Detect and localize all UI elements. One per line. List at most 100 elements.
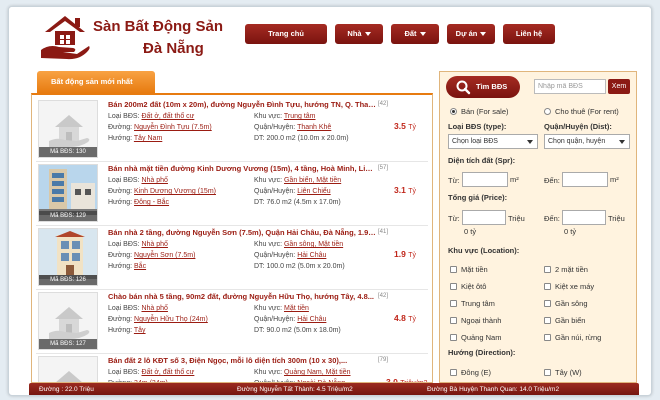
for-rent-radio[interactable] <box>544 108 551 115</box>
listing-district-row: Quận/Huyện: Thanh Khê <box>254 124 331 131</box>
nav-label: Liên hệ <box>515 29 543 38</box>
location-option[interactable]: Trung tâm <box>461 299 495 308</box>
ticker-item[interactable]: Đường : 22.0 Triệu <box>39 383 94 395</box>
nav-1[interactable]: Nhà <box>335 24 383 44</box>
location-option[interactable]: Ngoại thành <box>461 316 501 325</box>
listing-thumbnail[interactable]: Mã BĐS: 126 <box>38 228 98 286</box>
listing-thumbnail[interactable]: Mã BĐS: 127 <box>38 292 98 350</box>
listing-price: 3.1 Tỷ <box>394 185 416 195</box>
listing-thumbnail[interactable] <box>38 356 98 382</box>
location-option[interactable]: 2 mặt tiền <box>555 265 588 274</box>
listing-price: 3.5 Tỷ <box>394 121 416 131</box>
nav-4[interactable]: Liên hệ <box>503 24 555 44</box>
direction-option[interactable]: Đông (E) <box>461 368 491 377</box>
type-select[interactable]: Chọn loại BĐS <box>448 134 538 149</box>
listing-road[interactable]: Nguyễn Sơn (7.5m) <box>134 252 195 259</box>
listing-title[interactable]: Bán nhà mặt tiền đường Kinh Dương Vương … <box>108 164 376 173</box>
field-label: Loại BĐS: <box>108 305 140 312</box>
listing-area-row: Khu vực: Gần biển, Mặt tiền <box>254 177 341 184</box>
listing-district[interactable]: Hải Châu <box>297 316 326 323</box>
location-checkbox[interactable] <box>544 317 551 324</box>
listing-road[interactable]: Nguyễn Đình Tựu (7.5m) <box>134 124 212 131</box>
listing-district[interactable]: Thanh Khê <box>297 124 331 131</box>
for-sale-radio[interactable] <box>450 108 457 115</box>
listing-item[interactable]: Mã BĐS: 129 Bán nhà mặt tiền đường Kinh D… <box>36 163 428 225</box>
view-count: [41] <box>378 229 389 235</box>
direction-checkbox[interactable] <box>450 369 457 376</box>
listing-type[interactable]: Đất ở, đất thổ cư <box>141 369 194 376</box>
area-to-input[interactable] <box>562 172 608 187</box>
location-option[interactable]: Quảng Nam <box>461 333 501 342</box>
listing-title[interactable]: Chào bán nhà 5 tầng, 90m2 đất, đường Ngu… <box>108 292 376 301</box>
listing-item[interactable]: Mã BĐS: 127 Chào bán nhà 5 tầng, 90m2 đất… <box>36 291 428 353</box>
nav-0[interactable]: Trang chủ <box>245 24 327 44</box>
location-checkbox[interactable] <box>450 334 457 341</box>
latest-properties-tab[interactable]: Bất động sản mới nhất <box>37 71 155 93</box>
listing-type[interactable]: Đất ở, đất thổ cư <box>141 113 194 120</box>
listing-item[interactable]: Bán đất 2 lô KĐT số 3, Điện Ngọc, mỗi lô… <box>36 355 428 382</box>
listing-area[interactable]: Gần sông, Mặt tiền <box>284 241 343 248</box>
ticker-item[interactable]: Đường Nguyễn Tất Thành: 4.5 Triệu/m2 <box>237 383 353 395</box>
listing-road[interactable]: Kinh Dương Vương (15m) <box>134 188 216 195</box>
location-checkbox[interactable] <box>450 283 457 290</box>
listing-type-row: Loại BĐS: Nhà phố <box>108 177 168 184</box>
listing-area[interactable]: Mặt tiền <box>284 305 309 312</box>
listing-type[interactable]: Nhà phố <box>141 177 167 184</box>
location-checkbox[interactable] <box>450 317 457 324</box>
listing-title[interactable]: Bán nhà 2 tầng, đường Nguyễn Sơn (7.5m),… <box>108 228 376 237</box>
property-code: Mã BĐS: 130 <box>39 147 97 157</box>
price-to-input[interactable] <box>562 210 606 225</box>
listing-direction[interactable]: Bắc <box>134 263 146 270</box>
nav-2[interactable]: Đất <box>391 24 439 44</box>
location-checkbox[interactable] <box>544 300 551 307</box>
listing-road-row: Đường: Kinh Dương Vương (15m) <box>108 188 216 195</box>
location-checkbox[interactable] <box>450 266 457 273</box>
listing-district[interactable]: Hải Châu <box>297 252 326 259</box>
search-tab[interactable]: Tìm BĐS <box>446 76 520 98</box>
listing-district-row: Quận/Huyện: Hải Châu <box>254 252 326 259</box>
direction-checkbox[interactable] <box>544 369 551 376</box>
listing-area[interactable]: Trung tâm <box>284 113 316 120</box>
area-from-input[interactable] <box>462 172 508 187</box>
location-option[interactable]: Gần núi, rừng <box>555 333 601 342</box>
listing-area[interactable]: Quảng Nam, Mặt tiền <box>284 369 351 376</box>
location-option[interactable]: Kiệt ôtô <box>461 282 486 291</box>
location-checkbox[interactable] <box>544 266 551 273</box>
field-label: Loại BĐS: <box>108 113 140 120</box>
ticker-item[interactable]: Đường Bà Huyện Thanh Quan: 14.0 Triệu/m2 <box>427 383 559 395</box>
location-checkbox[interactable] <box>544 334 551 341</box>
site-logo[interactable]: Sàn Bất Động Sản Đà Nẵng <box>39 10 239 64</box>
property-code-input[interactable] <box>534 79 606 94</box>
location-checkbox[interactable] <box>544 283 551 290</box>
listing-direction[interactable]: Tây Nam <box>134 135 162 142</box>
listing-divider <box>36 289 428 290</box>
nav-3[interactable]: Dự án <box>447 24 495 44</box>
view-code-button[interactable]: Xem <box>608 79 630 94</box>
view-count: [57] <box>378 165 389 171</box>
nav-label: Nhà <box>347 29 362 38</box>
view-count: [79] <box>378 357 389 363</box>
listing-title[interactable]: Bán 200m2 đất (10m x 20m), đường Nguyễn … <box>108 100 376 109</box>
location-checkbox[interactable] <box>450 300 457 307</box>
listing-type[interactable]: Nhà phố <box>141 305 167 312</box>
listing-district[interactable]: Liên Chiểu <box>297 188 330 195</box>
district-select-value: Chọn quận, huyện <box>548 138 606 145</box>
listing-title[interactable]: Bán đất 2 lô KĐT số 3, Điện Ngọc, mỗi lô… <box>108 356 376 365</box>
price-from-input[interactable] <box>462 210 506 225</box>
listing-item[interactable]: Mã BĐS: 130 Bán 200m2 đất (10m x 20m), đư… <box>36 99 428 161</box>
direction-option[interactable]: Tây (W) <box>555 368 582 377</box>
listing-item[interactable]: Mã BĐS: 126 Bán nhà 2 tầng, đường Nguyễn … <box>36 227 428 289</box>
property-code: Mã BĐS: 127 <box>39 339 97 349</box>
location-option[interactable]: Mặt tiền <box>461 265 488 274</box>
listing-road[interactable]: Nguyễn Hữu Thọ (24m) <box>134 316 208 323</box>
listing-direction[interactable]: Đông - Bắc <box>134 199 169 206</box>
listing-direction[interactable]: Tây <box>134 327 146 334</box>
district-select[interactable]: Chọn quận, huyện <box>544 134 630 149</box>
location-option[interactable]: Gần biển <box>555 316 585 325</box>
location-option[interactable]: Kiệt xe máy <box>555 282 594 291</box>
listing-thumbnail[interactable]: Mã BĐS: 130 <box>38 100 98 158</box>
location-option[interactable]: Gần sông <box>555 299 588 308</box>
listing-thumbnail[interactable]: Mã BĐS: 129 <box>38 164 98 222</box>
listing-type[interactable]: Nhà phố <box>141 241 167 248</box>
listing-area[interactable]: Gần biển, Mặt tiền <box>284 177 341 184</box>
